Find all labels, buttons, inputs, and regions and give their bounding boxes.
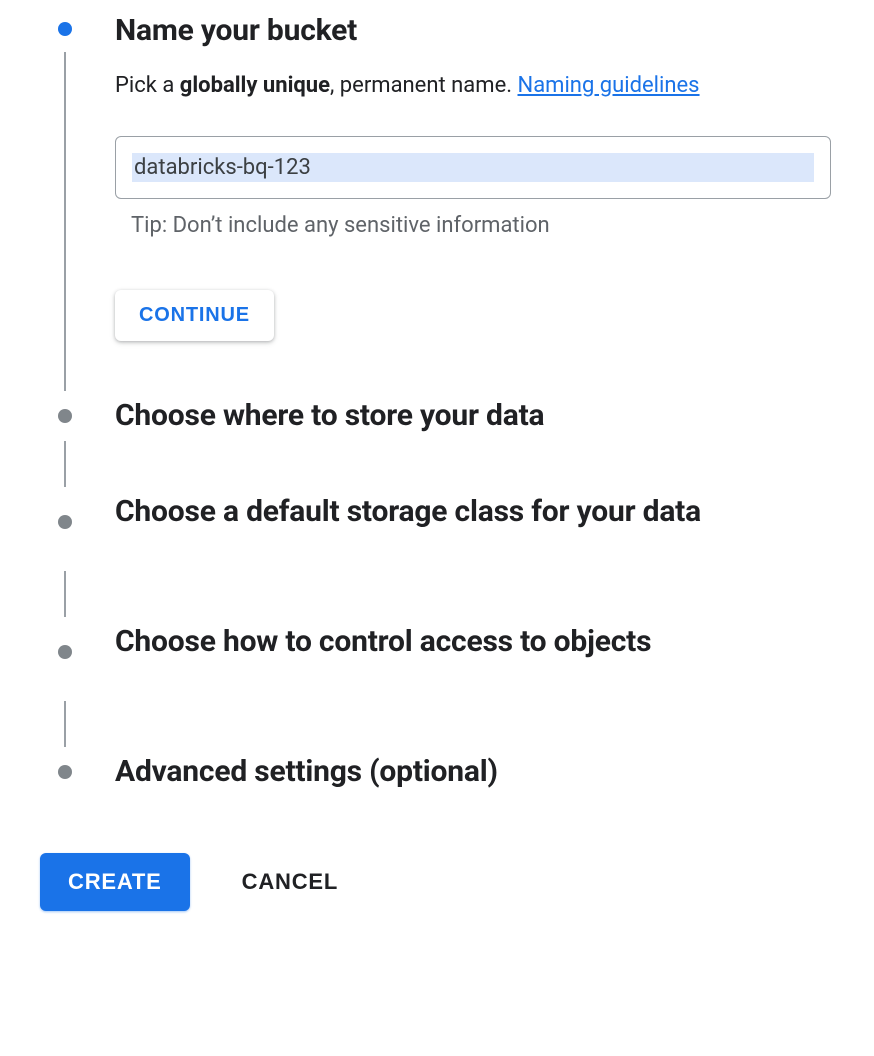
step-bullet-icon [58, 22, 72, 36]
step-storage-class: Choose a default storage class for your … [40, 487, 844, 617]
step-bullet-icon [58, 645, 72, 659]
step-bullet-icon [58, 515, 72, 529]
step-connector-line [64, 571, 66, 617]
step-name-description: Pick a globally unique, permanent name. … [115, 72, 844, 101]
desc-bold: globally unique [180, 73, 330, 98]
step-advanced-title[interactable]: Advanced settings (optional) [115, 747, 844, 791]
step-location: Choose where to store your data [40, 391, 844, 487]
continue-button[interactable]: CONTINUE [115, 290, 274, 341]
create-button[interactable]: CREATE [40, 853, 190, 911]
step-advanced: Advanced settings (optional) [40, 747, 844, 807]
bucket-name-input-wrap [115, 136, 831, 199]
desc-suffix: , permanent name. [330, 73, 517, 98]
naming-guidelines-link[interactable]: Naming guidelines [518, 73, 700, 98]
bucket-name-tip: Tip: Don’t include any sensitive informa… [131, 213, 844, 238]
step-connector-line [64, 441, 66, 487]
desc-prefix: Pick a [115, 73, 180, 98]
step-storage-class-title[interactable]: Choose a default storage class for your … [115, 487, 844, 531]
step-name-bucket: Name your bucket Pick a globally unique,… [40, 8, 844, 391]
step-name-title[interactable]: Name your bucket [115, 8, 844, 50]
footer-actions: CREATE CANCEL [0, 807, 874, 911]
step-access-control-title[interactable]: Choose how to control access to objects [115, 617, 844, 661]
bucket-name-input[interactable] [132, 153, 814, 182]
bucket-create-stepper: Name your bucket Pick a globally unique,… [0, 0, 874, 807]
step-location-title[interactable]: Choose where to store your data [115, 391, 844, 435]
step-connector-line [64, 52, 66, 391]
step-bullet-icon [58, 409, 72, 423]
cancel-button[interactable]: CANCEL [238, 853, 342, 911]
step-connector-line [64, 701, 66, 747]
step-access-control: Choose how to control access to objects [40, 617, 844, 747]
step-bullet-icon [58, 765, 72, 779]
